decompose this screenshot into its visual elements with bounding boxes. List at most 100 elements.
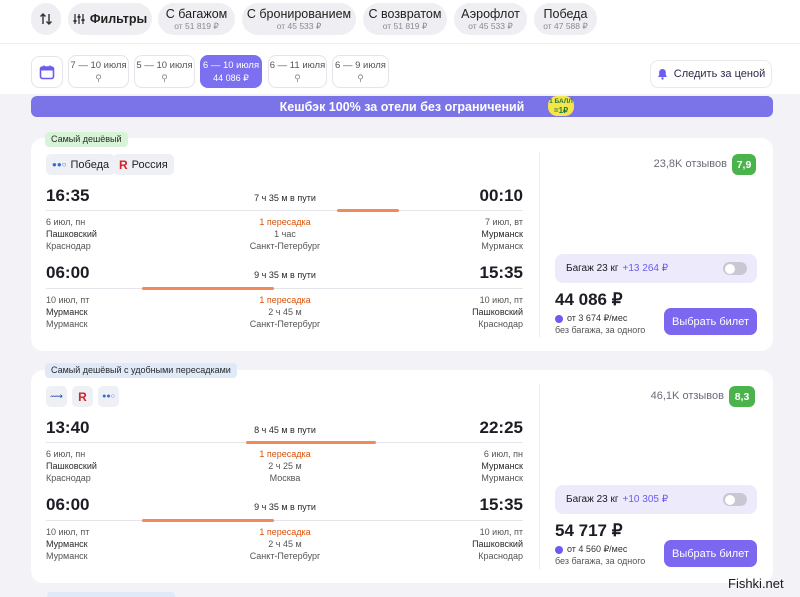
- filters-label: Фильтры: [89, 12, 148, 26]
- arrival-date: 10 июл, пт: [479, 295, 523, 305]
- calendar-icon: [39, 65, 55, 80]
- departure-date: 6 июл, пн: [46, 449, 86, 459]
- arrival-city: Краснодар: [478, 319, 523, 329]
- select-ticket-button[interactable]: Выбрать билет: [664, 308, 757, 335]
- flight-duration: 8 ч 45 м в пути: [254, 425, 316, 435]
- date-chip[interactable]: 5 — 10 июля ⚲: [134, 55, 195, 88]
- filters-button[interactable]: Фильтры: [68, 3, 152, 35]
- filter-chip-booking[interactable]: С бронированием от 45 533 ₽: [242, 3, 356, 35]
- baggage-option[interactable]: Багаж 23 кг +13 264 ₽: [555, 254, 757, 283]
- baggage-toggle[interactable]: [723, 493, 747, 506]
- departure-city: Краснодар: [46, 473, 91, 483]
- aeroflot-logo-icon: ⟿: [46, 386, 67, 407]
- filter-chip-pobeda[interactable]: Победа от 47 588 ₽: [534, 3, 597, 35]
- rating-badge: 8,3: [729, 386, 755, 407]
- date-label: 6 — 11 июля: [269, 59, 326, 71]
- search-icon: ⚲: [294, 72, 301, 83]
- date-label: 6 — 10 июля: [202, 59, 260, 71]
- flight-duration: 9 ч 35 м в пути: [254, 502, 316, 512]
- filter-chip-aeroflot[interactable]: Аэрофлот от 45 533 ₽: [454, 3, 527, 35]
- ticket-price: 44 086 ₽: [555, 290, 623, 309]
- departure-time: 13:40: [46, 418, 90, 437]
- card-divider: [539, 384, 540, 569]
- sort-button[interactable]: [31, 3, 61, 35]
- reviews-count[interactable]: 46,1K отзывов: [608, 390, 724, 402]
- route-line: [46, 520, 523, 521]
- flight-duration: 9 ч 35 м в пути: [254, 270, 316, 280]
- route-line: [46, 210, 523, 211]
- baggage-price: +13 264 ₽: [622, 263, 669, 274]
- search-icon: ⚲: [95, 72, 102, 83]
- arrival-city: Краснодар: [478, 551, 523, 561]
- sliders-icon: [73, 14, 85, 24]
- stop-city: Санкт-Петербург: [249, 551, 321, 561]
- departure-city: Мурманск: [46, 319, 88, 329]
- departure-date: 10 июл, пт: [46, 295, 90, 305]
- arrival-city: Мурманск: [481, 241, 523, 251]
- track-price-button[interactable]: Следить за ценой: [650, 60, 772, 88]
- date-label: 7 — 10 июля: [70, 59, 127, 71]
- stop-city: Москва: [269, 473, 301, 483]
- arrival-time: 00:10: [479, 186, 523, 205]
- departure-airport: Пашковский: [46, 461, 97, 471]
- banner-text: Кешбэк 100% за отели без ограничений: [279, 99, 525, 114]
- select-ticket-button[interactable]: Выбрать билет: [664, 540, 757, 567]
- route-line: [46, 288, 523, 289]
- card-divider: [539, 152, 540, 337]
- chip-title: С багажом: [165, 6, 228, 21]
- stops-count: 1 пересадка: [259, 527, 311, 537]
- pobeda-logo-icon: ●●○: [98, 386, 119, 407]
- route-segment: [337, 209, 399, 212]
- baggage-toggle[interactable]: [723, 262, 747, 275]
- ticket-card[interactable]: Самый дешёвый с удобными пересадками ⟿ R…: [31, 363, 773, 583]
- filter-chip-refund[interactable]: С возвратом от 51 819 ₽: [363, 3, 447, 35]
- cashback-banner[interactable]: Кешбэк 100% за отели без ограничений 1 Б…: [31, 96, 773, 117]
- rossiya-logo-icon: R: [72, 386, 93, 407]
- installment[interactable]: от 3 674 ₽/мес: [555, 313, 627, 324]
- departure-date: 6 июл, пн: [46, 217, 86, 227]
- installment-icon: [555, 545, 563, 554]
- chip-price: от 51 819 ₽: [382, 20, 428, 31]
- next-card-tag: [47, 592, 175, 597]
- stop-duration: 2 ч 45 м: [268, 539, 302, 549]
- search-icon: ⚲: [161, 72, 168, 83]
- ticket-card[interactable]: Самый дешёвый ●●○ Победа R Россия 16:35 …: [31, 132, 773, 351]
- rossiya-logo-icon: R: [119, 157, 128, 172]
- chip-title: С возвратом: [368, 6, 442, 21]
- reviews-count[interactable]: 23,8K отзывов: [611, 158, 727, 170]
- arrival-time: 22:25: [479, 418, 523, 437]
- chip-title: Победа: [543, 6, 588, 21]
- chip-price: от 45 533 ₽: [468, 20, 513, 31]
- arrival-city: Мурманск: [481, 473, 523, 483]
- date-chip-active[interactable]: 6 — 10 июля 44 086 ₽: [200, 55, 262, 88]
- installment[interactable]: от 4 560 ₽/мес: [555, 544, 627, 555]
- route-segment: [142, 287, 274, 290]
- baggage-price: +10 305 ₽: [622, 494, 669, 505]
- baggage-option[interactable]: Багаж 23 кг +10 305 ₽: [555, 485, 757, 514]
- date-chip[interactable]: 6 — 9 июля ⚲: [332, 55, 389, 88]
- stop-city: Санкт-Петербург: [249, 319, 321, 329]
- points-coin-icon: 1 БАЛЛ =1₽: [548, 96, 574, 116]
- departure-time: 06:00: [46, 495, 90, 514]
- date-chip[interactable]: 6 — 11 июля ⚲: [268, 55, 327, 88]
- departure-time: 16:35: [46, 186, 90, 205]
- coin-line-1: 1 БАЛЛ: [549, 98, 573, 105]
- arrival-time: 15:35: [479, 263, 523, 282]
- arrival-airport: Мурманск: [481, 461, 523, 471]
- stops-count: 1 пересадка: [259, 217, 311, 227]
- chip-price: от 47 588 ₽: [543, 20, 588, 31]
- date-price: 44 086 ₽: [213, 72, 249, 83]
- baggage-label: Багаж 23 кг: [566, 494, 619, 505]
- date-chip[interactable]: 7 — 10 июля ⚲: [68, 55, 129, 88]
- route-segment: [142, 519, 274, 522]
- cheapest-tag: Самый дешёвый: [45, 132, 128, 147]
- filter-chip-baggage[interactable]: С багажом от 51 819 ₽: [158, 3, 235, 35]
- calendar-button[interactable]: [31, 56, 63, 88]
- sort-icon: [40, 13, 52, 25]
- departure-time: 06:00: [46, 263, 90, 282]
- stops-count: 1 пересадка: [259, 295, 311, 305]
- convenient-cheapest-tag: Самый дешёвый с удобными пересадками: [45, 363, 237, 378]
- chip-title: Аэрофлот: [461, 6, 520, 21]
- departure-city: Мурманск: [46, 551, 88, 561]
- stop-city: Санкт-Петербург: [249, 241, 321, 251]
